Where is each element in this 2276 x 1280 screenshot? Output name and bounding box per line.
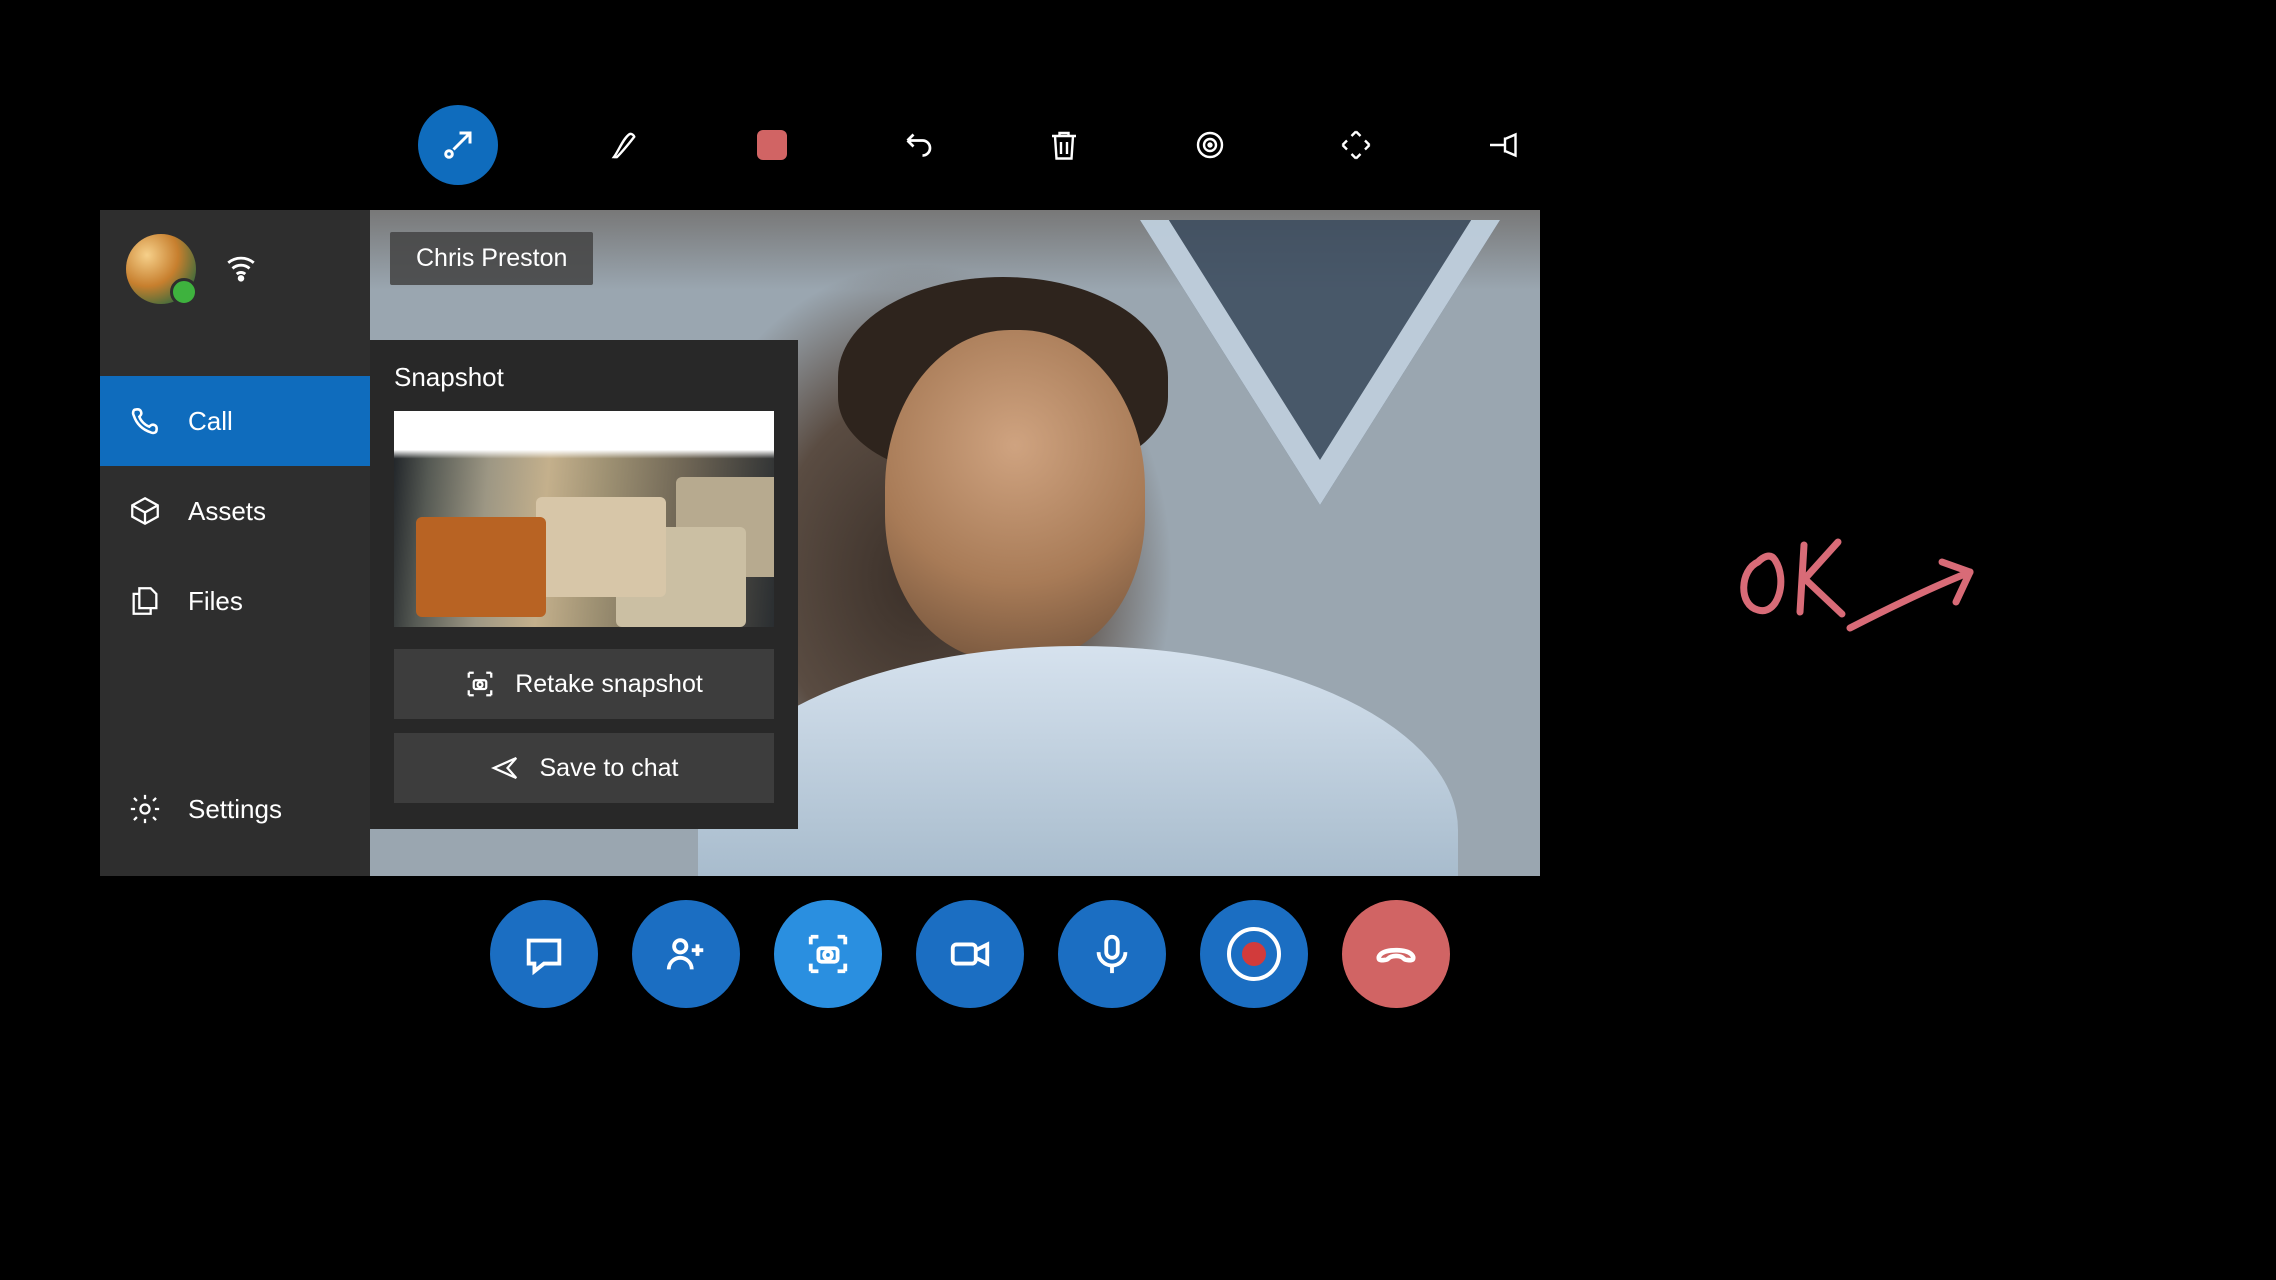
record-button[interactable] (1200, 900, 1308, 1008)
collapse-toolbar-button[interactable] (418, 105, 498, 185)
stop-button[interactable] (754, 127, 790, 163)
participants-button[interactable] (632, 900, 740, 1008)
sidebar-item-files[interactable]: Files (100, 556, 370, 646)
mic-icon (1089, 931, 1135, 977)
nav: Call Assets Files (100, 376, 370, 646)
sidebar: Call Assets Files Settings (100, 210, 370, 876)
caller-name-tag: Chris Preston (390, 232, 593, 285)
trash-icon (1046, 127, 1082, 163)
phone-icon (128, 404, 162, 438)
target-icon (1192, 127, 1228, 163)
people-add-icon (663, 931, 709, 977)
hangup-icon (1373, 931, 1419, 977)
delete-button[interactable] (1046, 127, 1082, 163)
move-button[interactable] (1338, 127, 1374, 163)
pin-icon (1484, 127, 1520, 163)
ink-pen-button[interactable] (608, 127, 644, 163)
sidebar-item-settings[interactable]: Settings (100, 764, 370, 854)
retake-snapshot-button[interactable]: Retake snapshot (394, 649, 774, 719)
gear-icon (128, 792, 162, 826)
undo-icon (900, 127, 936, 163)
call-controls (490, 900, 1450, 1008)
package-icon (128, 494, 162, 528)
video-icon (947, 931, 993, 977)
snapshot-title: Snapshot (394, 362, 774, 393)
snapshot-thumbnail[interactable] (394, 411, 774, 627)
target-button[interactable] (1192, 127, 1228, 163)
snapshot-popover: Snapshot Retake snapshot Save to chat (370, 340, 798, 829)
save-to-chat-button[interactable]: Save to chat (394, 733, 774, 803)
pin-button[interactable] (1484, 127, 1520, 163)
sidebar-item-assets[interactable]: Assets (100, 466, 370, 556)
sidebar-item-label: Call (188, 406, 233, 437)
chat-button[interactable] (490, 900, 598, 1008)
send-icon (490, 753, 520, 783)
camera-button[interactable] (916, 900, 1024, 1008)
mic-button[interactable] (1058, 900, 1166, 1008)
hangup-button[interactable] (1342, 900, 1450, 1008)
network-status-icon (224, 250, 258, 289)
sidebar-item-label: Files (188, 586, 243, 617)
sidebar-item-label: Settings (188, 794, 282, 825)
chat-icon (521, 931, 567, 977)
avatar[interactable] (126, 234, 196, 304)
stop-icon (757, 130, 787, 160)
save-label: Save to chat (540, 754, 679, 783)
pen-icon (608, 127, 644, 163)
sidebar-item-label: Assets (188, 496, 266, 527)
collapse-icon (440, 127, 476, 163)
move-arrows-icon (1338, 127, 1374, 163)
camera-frame-icon (805, 931, 851, 977)
app-panel: Call Assets Files Settings (100, 210, 1540, 876)
record-icon (1227, 927, 1281, 981)
sidebar-header (100, 210, 370, 328)
undo-button[interactable] (900, 127, 936, 163)
ink-annotation (1720, 510, 2000, 650)
snapshot-button[interactable] (774, 900, 882, 1008)
camera-frame-icon (465, 669, 495, 699)
presence-badge (170, 278, 198, 306)
files-icon (128, 584, 162, 618)
top-toolbar (418, 105, 1520, 185)
retake-label: Retake snapshot (515, 670, 703, 699)
sidebar-item-call[interactable]: Call (100, 376, 370, 466)
